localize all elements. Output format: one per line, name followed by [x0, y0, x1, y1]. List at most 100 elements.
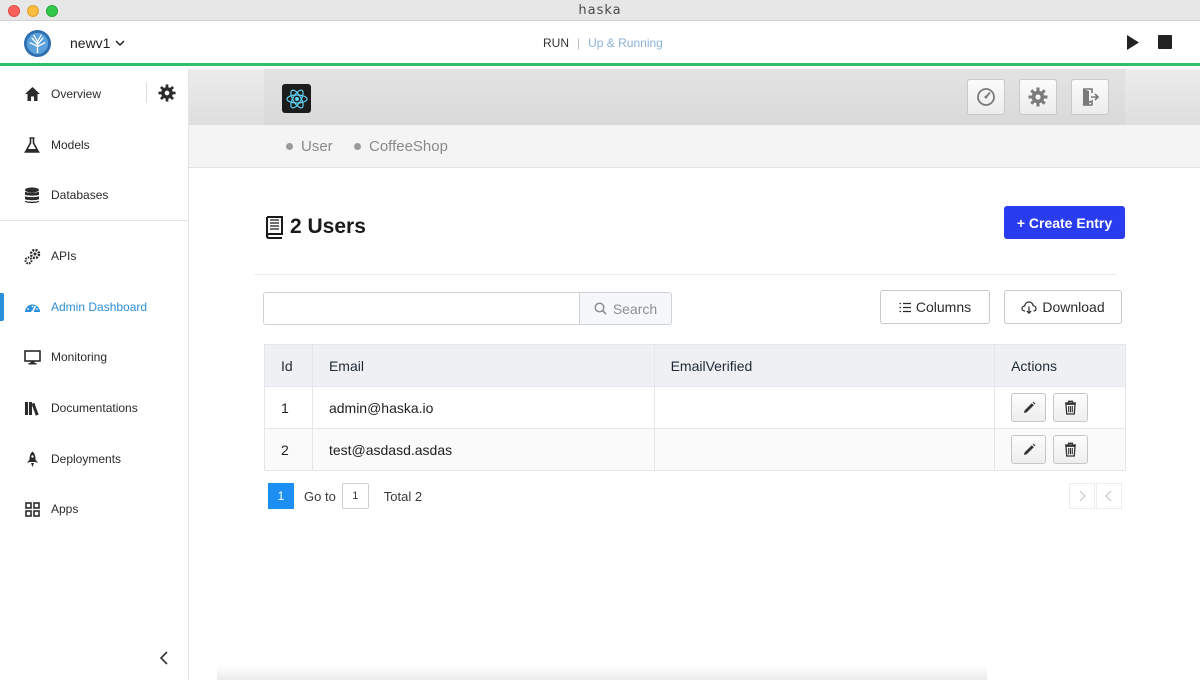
search-button-label: Search — [612, 300, 658, 317]
monitor-icon — [23, 348, 41, 366]
page-title-text: 2 Users — [290, 215, 366, 238]
column-header-email[interactable]: Email — [311, 344, 655, 387]
sidebar-item-label: Monitoring — [51, 350, 108, 364]
dashboard-icon — [23, 298, 41, 316]
cell-email: admin@haska.io — [311, 386, 655, 429]
sidebar: Overview Models Databases APIs Admin Das… — [0, 69, 189, 680]
tab-label: User — [301, 138, 333, 155]
search-icon — [594, 302, 607, 315]
download-button[interactable]: Download — [1004, 290, 1122, 324]
cell-id: 2 — [264, 428, 313, 471]
columns-button[interactable]: Columns — [880, 290, 990, 324]
tab-coffeeshop[interactable]: CoffeeShop — [354, 138, 448, 155]
sidebar-item-apps[interactable]: Apps — [0, 492, 188, 526]
trash-icon — [1065, 400, 1077, 415]
edit-row-button[interactable] — [1011, 435, 1047, 464]
divider — [254, 274, 1116, 275]
window-titlebar: haska — [0, 0, 1200, 21]
project-name: newv1 — [70, 35, 111, 51]
trash-icon — [1065, 442, 1077, 457]
page-title: 2 Users — [265, 215, 366, 239]
chevron-left-icon — [1105, 490, 1112, 502]
page-number-button[interactable]: 1 — [268, 483, 294, 509]
search-input[interactable] — [263, 292, 579, 325]
exit-button[interactable] — [1071, 79, 1109, 115]
rocket-icon — [23, 450, 41, 468]
exit-door-icon — [1082, 88, 1100, 106]
run-label: RUN — [543, 36, 569, 50]
tab-bullet — [354, 143, 361, 150]
table-row: 1 admin@haska.io — [264, 386, 1126, 429]
sidebar-item-databases[interactable]: Databases — [0, 178, 188, 212]
sidebar-item-label: Overview — [51, 87, 102, 101]
status-divider: | — [577, 36, 581, 50]
sidebar-divider — [0, 220, 188, 221]
sidebar-item-admin-dashboard[interactable]: Admin Dashboard — [0, 290, 188, 324]
download-button-label: Download — [1042, 299, 1105, 315]
window-title: haska — [578, 3, 622, 18]
edit-row-button[interactable] — [1011, 393, 1047, 422]
model-header-bar — [189, 69, 1200, 125]
tab-user[interactable]: User — [286, 138, 333, 155]
users-table: Id Email EmailVerified Actions 1 admin@h… — [264, 344, 1126, 471]
tab-bullet — [286, 143, 293, 150]
sidebar-item-label: Databases — [51, 188, 109, 202]
main-content: User CoffeeShop 2 Users + Create Entry S… — [189, 69, 1200, 680]
sidebar-item-label: Documentations — [51, 401, 138, 415]
sidebar-item-documentations[interactable]: Documentations — [0, 391, 188, 425]
pencil-icon — [1023, 443, 1035, 455]
cell-actions — [994, 386, 1126, 429]
sidebar-item-label: Apps — [51, 502, 79, 516]
column-header-actions: Actions — [994, 344, 1126, 387]
sidebar-item-apis[interactable]: APIs — [0, 239, 188, 273]
gear-icon[interactable] — [158, 84, 176, 102]
tab-label: CoffeeShop — [369, 138, 448, 155]
columns-button-label: Columns — [915, 299, 972, 315]
pagination: 1 Go to 1 Total 2 — [268, 483, 422, 509]
dashboard-gauge-button[interactable] — [967, 79, 1005, 115]
goto-page-input[interactable]: 1 — [341, 483, 369, 509]
sidebar-item-deployments[interactable]: Deployments — [0, 442, 188, 476]
book-icon — [265, 215, 283, 239]
column-header-emailverified[interactable]: EmailVerified — [653, 344, 996, 387]
react-logo-icon — [282, 84, 311, 113]
search-button[interactable]: Search — [579, 292, 672, 325]
bottom-shadow — [217, 666, 987, 680]
cell-id: 1 — [264, 386, 313, 429]
play-icon[interactable] — [1125, 34, 1141, 51]
cloud-download-icon — [1021, 300, 1037, 314]
gauge-icon — [977, 88, 995, 106]
settings-button[interactable] — [1019, 79, 1057, 115]
prev-page-button[interactable] — [1096, 483, 1122, 509]
top-bar: newv1 RUN | Up & Running — [0, 21, 1200, 66]
project-selector[interactable]: newv1 — [70, 35, 125, 51]
chevron-right-icon — [1079, 490, 1086, 502]
divider — [146, 83, 147, 103]
flask-icon — [23, 136, 41, 154]
column-header-id[interactable]: Id — [264, 344, 313, 387]
stop-icon[interactable] — [1158, 35, 1172, 49]
delete-row-button[interactable] — [1053, 393, 1089, 422]
create-entry-button[interactable]: + Create Entry — [1004, 206, 1125, 239]
total-count: Total 2 — [383, 488, 423, 504]
table-row: 2 test@asdasd.asdas — [264, 428, 1126, 471]
pencil-icon — [1023, 401, 1035, 413]
cell-emailverified — [653, 428, 996, 471]
table-header-row: Id Email EmailVerified Actions — [264, 344, 1126, 387]
home-icon — [23, 85, 41, 103]
database-icon — [23, 186, 41, 204]
cell-emailverified — [653, 386, 996, 429]
model-tabs: User CoffeeShop — [189, 125, 1200, 168]
gear-icon — [1028, 87, 1048, 107]
sidebar-item-label: APIs — [51, 249, 77, 263]
cell-actions — [994, 428, 1126, 471]
sidebar-item-monitoring[interactable]: Monitoring — [0, 340, 188, 374]
list-icon — [899, 302, 911, 312]
next-page-button[interactable] — [1069, 483, 1095, 509]
haska-logo-icon — [23, 29, 52, 58]
status-label: Up & Running — [588, 36, 663, 50]
delete-row-button[interactable] — [1053, 435, 1089, 464]
sidebar-item-models[interactable]: Models — [0, 128, 188, 162]
collapse-sidebar-icon[interactable] — [158, 649, 170, 667]
chevron-down-icon — [115, 39, 125, 46]
